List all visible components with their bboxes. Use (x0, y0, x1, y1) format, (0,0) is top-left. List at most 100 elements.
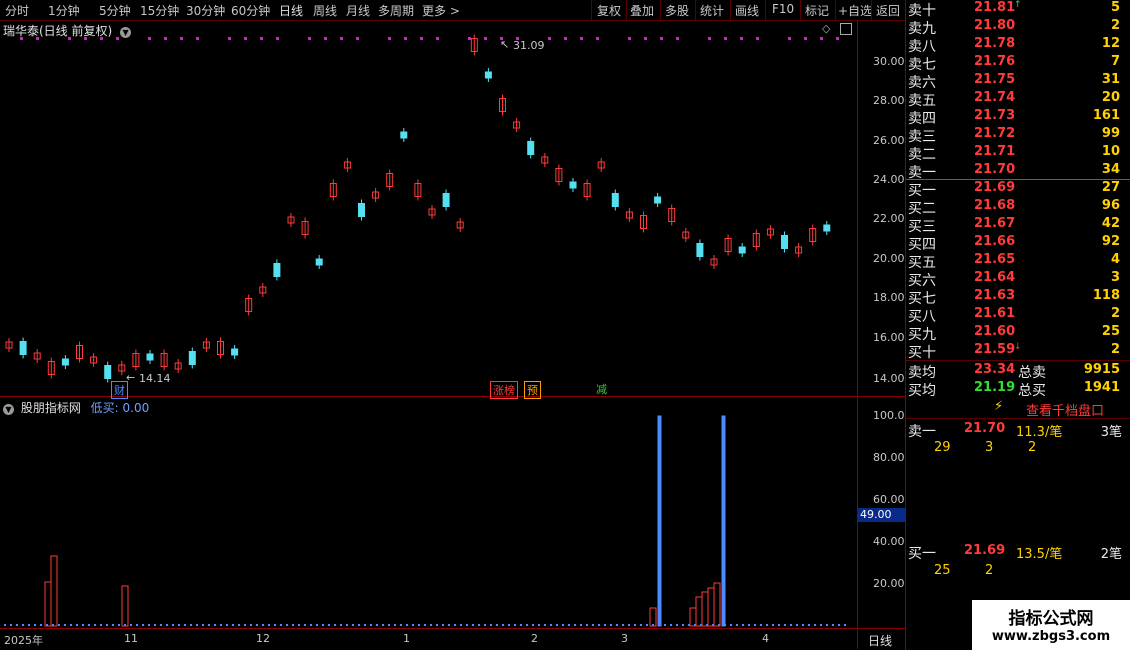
baseline-dot (346, 624, 348, 626)
candle-body (823, 224, 831, 232)
sell-level-row[interactable]: 卖四 21.73 161 (908, 108, 1126, 127)
sell-level-row[interactable]: 卖十 21.81 5 ↑ (908, 0, 1126, 19)
signal-dot (36, 37, 39, 40)
level-label: 卖八 (908, 39, 936, 55)
baseline-dot (250, 624, 252, 626)
baseline-dot (106, 624, 108, 626)
baseline-dot (178, 624, 180, 626)
sub-y-tick: 20.00 (873, 577, 905, 590)
main-y-tick: 26.00 (873, 134, 905, 147)
baseline-dot (790, 624, 792, 626)
sell-level-row[interactable]: 卖二 21.71 10 (908, 144, 1126, 163)
buy-level-row[interactable]: 买二 21.68 96 (908, 198, 1126, 217)
sell-level-row[interactable]: 卖五 21.74 20 (908, 90, 1126, 109)
main-y-tick: 14.00 (873, 372, 905, 385)
buy-level-row[interactable]: 买八 21.61 2 (908, 306, 1126, 325)
baseline-dot (196, 624, 198, 626)
baseline-dot (4, 624, 6, 626)
baseline-dot (526, 624, 528, 626)
main-y-tick: 18.00 (873, 291, 905, 304)
baseline-dot (256, 624, 258, 626)
chevron-down-icon[interactable]: ▼ (3, 404, 14, 415)
buy-level-row[interactable]: 买九 21.60 25 (908, 324, 1126, 343)
sell-level-row[interactable]: 卖三 21.72 99 (908, 126, 1126, 145)
baseline-dot (796, 624, 798, 626)
level-label: 卖九 (908, 21, 936, 37)
signal-dot (724, 37, 727, 40)
signal-dot (756, 37, 759, 40)
main-y-tick: 16.00 (873, 331, 905, 344)
baseline-dot (418, 624, 420, 626)
baseline-dot (58, 624, 60, 626)
buy-level-row[interactable]: 买十 21.59 2 ↓ (908, 342, 1126, 361)
buy-level-row[interactable]: 买六 21.64 3 (908, 270, 1126, 289)
baseline-dot (442, 624, 444, 626)
buy-level-row[interactable]: 买五 21.65 4 (908, 252, 1126, 271)
current-value-badge: 49.00 (858, 508, 906, 522)
sell-level-row[interactable]: 卖九 21.80 2 (908, 18, 1126, 37)
level-price: 21.64 (974, 270, 1016, 285)
indicator-bar (695, 596, 703, 627)
sell-level-row[interactable]: 卖七 21.76 7 (908, 54, 1126, 73)
baseline-dot (544, 624, 546, 626)
level-volume: 2 (1110, 342, 1120, 357)
signal-dot (628, 37, 631, 40)
tag-limit-up[interactable]: 涨榜 (490, 381, 518, 399)
buy-level-row[interactable]: 买三 21.67 42 (908, 216, 1126, 235)
baseline-dot (550, 624, 552, 626)
level-price: 21.63 (974, 288, 1016, 303)
watermark-title: 指标公式网 (1008, 609, 1094, 629)
level-price: 21.73 (974, 108, 1016, 123)
baseline-dot (778, 624, 780, 626)
level-price: 21.66 (974, 234, 1016, 249)
level-volume: 4 (1110, 252, 1120, 267)
candle-body (19, 341, 27, 355)
signal-dot (836, 37, 839, 40)
candle-body (611, 193, 619, 207)
baseline-dot (628, 624, 630, 626)
sell-level-row[interactable]: 卖一 21.70 34 (908, 162, 1126, 181)
baseline-dot (352, 624, 354, 626)
buy-level-row[interactable]: 买七 21.63 118 (908, 288, 1126, 307)
signal-dot (340, 37, 343, 40)
level-label: 买二 (908, 201, 936, 217)
buy-level-row[interactable]: 买四 21.66 92 (908, 234, 1126, 253)
tag-reduce[interactable]: 减 (594, 381, 609, 397)
tag-forecast[interactable]: 预 (524, 381, 541, 399)
period-label[interactable]: 日线 (868, 632, 892, 649)
baseline-dot (388, 624, 390, 626)
baseline-dot (832, 624, 834, 626)
baseline-dot (574, 624, 576, 626)
baseline-dot (100, 624, 102, 626)
high-arrow-icon: ↖ (500, 38, 510, 51)
indicator-bar (649, 607, 657, 627)
candle-body (738, 246, 746, 254)
baseline-dot (742, 624, 744, 626)
baseline-dot (238, 624, 240, 626)
buy-level-row[interactable]: 买一 21.69 27 (908, 180, 1126, 199)
baseline-dot (292, 624, 294, 626)
signal-dot (244, 37, 247, 40)
level-label: 买一 (908, 183, 936, 199)
sell-level-row[interactable]: 卖六 21.75 31 (908, 72, 1126, 91)
baseline-dot (16, 624, 18, 626)
signal-dot (276, 37, 279, 40)
tag-finance[interactable]: 财 (111, 381, 128, 399)
kline-chart[interactable] (0, 0, 905, 650)
baseline-dot (682, 624, 684, 626)
x-label-dec: 12 (256, 632, 270, 645)
baseline-dot (562, 624, 564, 626)
level-label: 买七 (908, 291, 936, 307)
view-depth-button[interactable]: 查看千档盘口 (1026, 400, 1104, 419)
baseline-dot (802, 624, 804, 626)
level-volume: 99 (1101, 126, 1120, 141)
signal-dot (468, 37, 471, 40)
x-label-mar: 3 (621, 632, 628, 645)
baseline-dot (94, 624, 96, 626)
level-label: 卖六 (908, 75, 936, 91)
level-price: 21.61 (974, 306, 1016, 321)
signal-dot (404, 37, 407, 40)
baseline-dot (514, 624, 516, 626)
candle-body (146, 353, 154, 361)
sell-level-row[interactable]: 卖八 21.78 12 (908, 36, 1126, 55)
